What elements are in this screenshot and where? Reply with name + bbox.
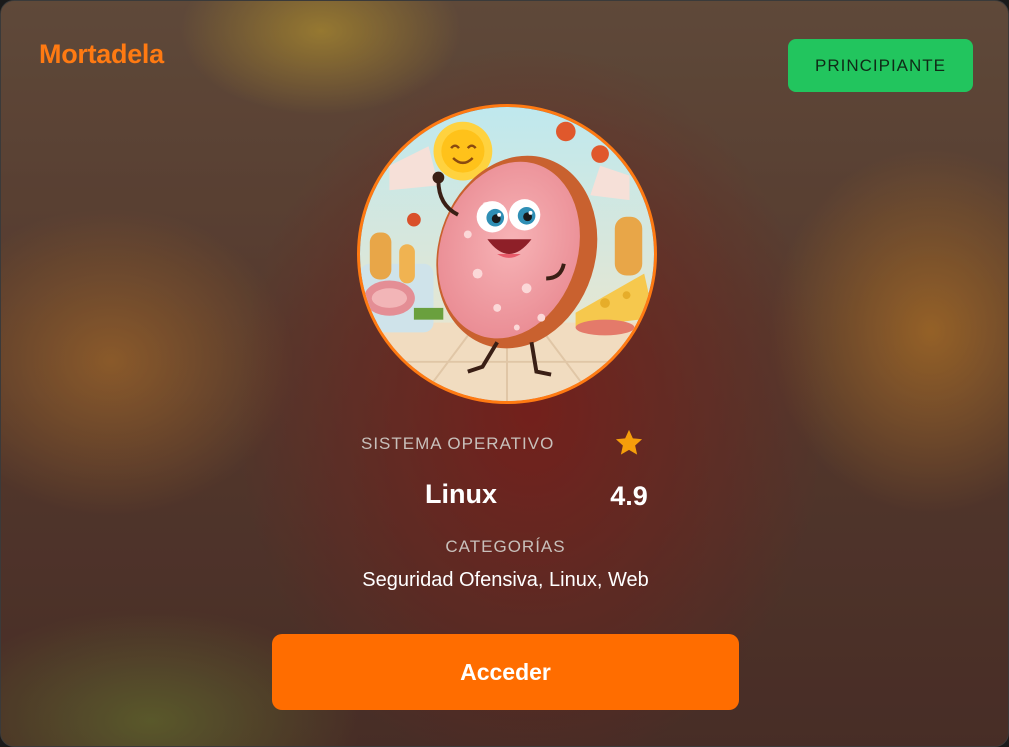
card-content: Mortadela PRINCIPIANTE SISTEMA OPERATIVO… bbox=[1, 1, 1008, 746]
machine-card: Mortadela PRINCIPIANTE SISTEMA OPERATIVO… bbox=[0, 0, 1009, 747]
os-label: SISTEMA OPERATIVO bbox=[361, 434, 555, 453]
categories-value: Seguridad Ofensiva, Linux, Web bbox=[362, 569, 649, 591]
machine-avatar bbox=[357, 104, 657, 404]
machine-title: Mortadela bbox=[39, 39, 164, 69]
rating-value: 4.9 bbox=[610, 481, 648, 511]
access-button[interactable]: Acceder bbox=[272, 634, 739, 710]
star-icon bbox=[615, 429, 643, 455]
os-value: Linux bbox=[425, 479, 497, 509]
difficulty-badge: PRINCIPIANTE bbox=[788, 39, 973, 92]
mortadela-character-image bbox=[360, 107, 654, 401]
categories-label: CATEGORÍAS bbox=[445, 537, 566, 556]
